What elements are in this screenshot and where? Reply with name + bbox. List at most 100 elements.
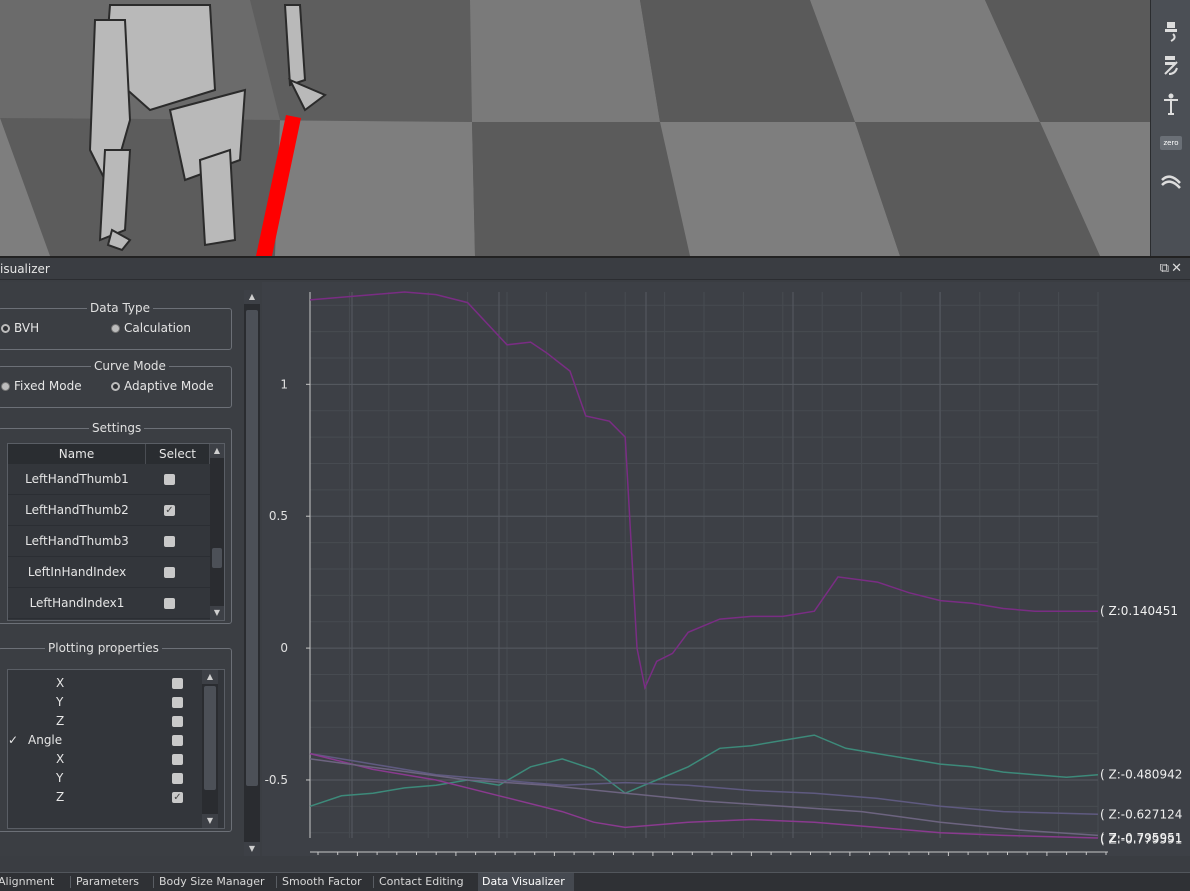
row-name: LeftHandThumb1 [25, 472, 129, 486]
table-row[interactable]: LeftHandThumb1 [8, 464, 210, 495]
skeleton-pose-icon[interactable] [1159, 92, 1183, 116]
data-type-title: Data Type [87, 301, 154, 315]
plot-area[interactable]: 1 0.5 0 -0.5 ( Z:0.140451 ( Z:-0.480942 ( Z:-0… [262, 282, 1190, 856]
table-row[interactable]: LeftHandIndex1 [8, 588, 210, 619]
scroll-up-icon[interactable]: ▲ [202, 670, 218, 684]
radio-adaptive-label: Adaptive Mode [124, 379, 214, 393]
plotting-tree: X Y Z ✓ Angle X Y Z ✓ ▲ ▼ [7, 669, 225, 829]
tree-row-checkbox[interactable] [172, 697, 183, 708]
data-type-group: Data Type BVH Calculation [0, 301, 232, 350]
settings-scrollbar[interactable]: ▲ ▼ [210, 444, 224, 620]
tree-row-label: Z [56, 714, 65, 728]
y-tick-label: 0.5 [269, 509, 288, 523]
row-name: LeftInHandIndex [27, 565, 127, 579]
curve-mode-group: Curve Mode Fixed Mode Adaptive Mode [0, 359, 232, 408]
table-row[interactable]: LeftHandThumb2 ✓ [8, 495, 210, 526]
curve-mode-title: Curve Mode [91, 359, 169, 373]
row-select-checkbox[interactable] [164, 598, 175, 609]
tab-contact-editing[interactable]: Contact Editing [379, 873, 475, 891]
tab-parameters[interactable]: Parameters [76, 873, 150, 891]
tree-row-label: Y [56, 695, 64, 709]
dock-title: isualizer [0, 262, 50, 276]
tree-row[interactable]: Y [8, 769, 210, 788]
checkerboard-floor [0, 0, 1150, 256]
row-select-checkbox[interactable]: ✓ [164, 505, 175, 516]
chevron-down-icon[interactable]: ✓ [8, 733, 18, 747]
radio-bvh-indicator [1, 323, 10, 333]
tree-row-checkbox[interactable] [172, 735, 183, 746]
tree-row[interactable]: Z [8, 712, 210, 731]
series-end-label: ( Z:0.140451 [1100, 604, 1178, 618]
scroll-down-icon[interactable]: ▼ [202, 814, 218, 828]
left-settings-panel: Data Type BVH Calculation Curve Mode Fix… [0, 282, 262, 856]
brush-down-icon[interactable] [1159, 20, 1183, 44]
y-tick-label: 1 [280, 377, 288, 391]
row-select-checkbox[interactable] [164, 474, 175, 485]
radio-adaptive-mode[interactable]: Adaptive Mode [111, 379, 214, 393]
radio-fixed-mode[interactable]: Fixed Mode [1, 379, 82, 393]
settings-title: Settings [89, 421, 145, 435]
tree-row-checkbox[interactable] [172, 773, 183, 784]
scroll-thumb[interactable] [246, 310, 258, 786]
brush-erase-icon[interactable] [1159, 54, 1183, 78]
tree-row-label: Z [56, 790, 65, 804]
bottom-tab-bar: Alignment Parameters Body Size Manager S… [0, 872, 1190, 891]
y-tick-label: 0 [280, 641, 288, 655]
tree-row-checkbox[interactable] [172, 678, 183, 689]
row-name: LeftHandIndex1 [29, 596, 125, 610]
radio-fixed-indicator [1, 381, 10, 391]
zero-label: zero [1163, 139, 1179, 147]
tab-alignment[interactable]: Alignment [0, 873, 68, 891]
tree-row-checkbox[interactable] [172, 716, 183, 727]
tree-row-label: X [56, 752, 65, 766]
float-icon[interactable]: ⧉ [1160, 261, 1171, 276]
panel-scrollbar[interactable]: ▲ ▼ [244, 290, 260, 856]
tree-row-checkbox[interactable] [172, 754, 183, 765]
series-end-label: ( Z:-0.480942 [1100, 768, 1182, 782]
series-end-label: ( Z:-0.627124 [1100, 807, 1182, 821]
scroll-thumb[interactable] [212, 548, 222, 568]
line-chart[interactable]: 1 0.5 0 -0.5 ( Z:0.140451 ( Z:-0.480942 ( Z:-0… [262, 282, 1190, 856]
tree-row[interactable]: ✓ Angle [8, 731, 210, 750]
3d-viewport[interactable] [0, 0, 1150, 256]
tab-data-visualizer[interactable]: Data Visualizer [478, 873, 574, 891]
scroll-down-icon[interactable]: ▼ [210, 606, 224, 620]
tree-row[interactable]: Z ✓ [8, 788, 210, 807]
radio-adaptive-indicator [111, 381, 120, 391]
column-header-select[interactable]: Select [146, 444, 210, 464]
settings-group: Settings Name Select LeftHandThumb1 Left… [0, 421, 232, 624]
tree-row-checkbox[interactable]: ✓ [172, 792, 183, 803]
dock-title-bar: isualizer ⧉✕ [0, 256, 1190, 280]
flow-icon[interactable] [1159, 170, 1183, 194]
radio-calculation[interactable]: Calculation [111, 321, 191, 335]
plotting-scrollbar[interactable]: ▲ ▼ [202, 670, 218, 828]
plotting-properties-title: Plotting properties [45, 641, 162, 655]
scroll-up-icon[interactable]: ▲ [244, 290, 260, 304]
tree-row[interactable]: Y [8, 693, 210, 712]
tree-row[interactable]: X [8, 750, 210, 769]
column-header-name[interactable]: Name [8, 444, 146, 464]
table-row[interactable]: LeftInHandIndex [8, 557, 210, 588]
radio-bvh-label: BVH [14, 321, 40, 335]
radio-fixed-label: Fixed Mode [14, 379, 82, 393]
radio-bvh[interactable]: BVH [1, 321, 39, 335]
tree-row[interactable]: X [8, 674, 210, 693]
row-name: LeftHandThumb3 [25, 534, 129, 548]
row-name: LeftHandThumb2 [25, 503, 129, 517]
radio-calculation-label: Calculation [124, 321, 191, 335]
series-end-label: ( Z:-0.779591 [1100, 832, 1182, 846]
scroll-down-icon[interactable]: ▼ [244, 842, 260, 856]
tree-row-label: X [56, 676, 65, 690]
tab-body-size-manager[interactable]: Body Size Manager [159, 873, 273, 891]
zero-icon[interactable]: zero [1160, 136, 1182, 150]
row-select-checkbox[interactable] [164, 567, 175, 578]
tab-smooth-factor[interactable]: Smooth Factor [282, 873, 368, 891]
tree-row-label: Angle [28, 733, 63, 747]
close-icon[interactable]: ✕ [1171, 261, 1184, 276]
settings-table: Name Select LeftHandThumb1 LeftHandThumb… [7, 443, 225, 621]
tree-row-label: Y [56, 771, 64, 785]
scroll-up-icon[interactable]: ▲ [210, 444, 224, 458]
row-select-checkbox[interactable] [164, 536, 175, 547]
scroll-thumb[interactable] [204, 686, 216, 790]
table-row[interactable]: LeftHandThumb3 [8, 526, 210, 557]
